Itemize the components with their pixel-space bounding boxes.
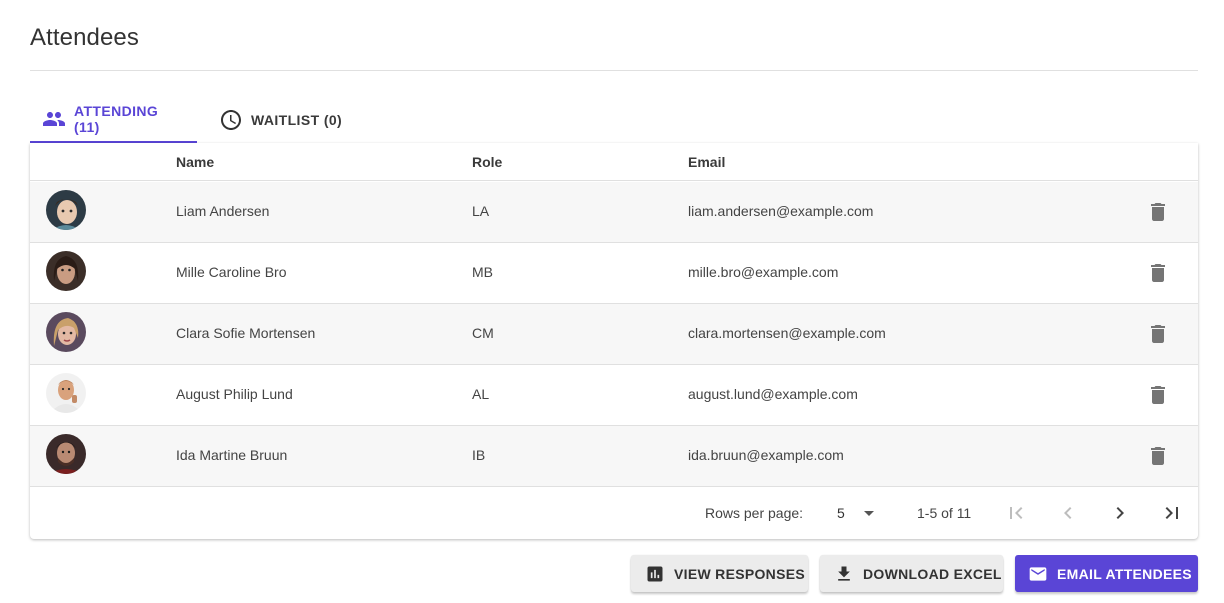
table-row[interactable]: Ida Martine Bruun IB ida.bruun@example.c… [30,426,1198,487]
clock-icon [219,108,243,132]
attendee-name: Clara Sofie Mortensen [176,325,316,341]
table-row[interactable]: Mille Caroline Bro MB mille.bro@example.… [30,243,1198,304]
download-excel-button[interactable]: DOWNLOAD EXCEL [820,555,1003,592]
attendee-name: Liam Andersen [176,203,270,219]
people-icon [42,107,66,131]
view-responses-label: VIEW RESPONSES [674,565,806,582]
email-attendees-label: EMAIL ATTENDEES [1057,565,1192,582]
caret-down-icon [864,511,874,516]
view-responses-button[interactable]: VIEW RESPONSES [631,555,808,592]
last-page-icon[interactable] [1160,501,1184,525]
tab-bar: ATTENDING (11) WAITLIST (0) [30,96,354,143]
table-header: Name Role Email [30,143,1198,181]
tab-attending[interactable]: ATTENDING (11) [30,96,197,143]
next-page-icon[interactable] [1108,501,1132,525]
tab-waitlist-label: WAITLIST (0) [251,111,343,128]
attendee-email: august.lund@example.com [688,386,858,402]
page-title: Attendees [30,24,139,51]
column-header-role[interactable]: Role [472,154,502,170]
download-excel-label: DOWNLOAD EXCEL [863,565,1002,582]
tab-waitlist[interactable]: WAITLIST (0) [207,96,354,143]
delete-icon[interactable] [1146,322,1170,346]
mail-icon [1028,564,1048,584]
delete-icon[interactable] [1146,383,1170,407]
attendees-table: Name Role Email Liam Andersen LA liam.an… [30,143,1198,539]
attendee-email: clara.mortensen@example.com [688,325,886,341]
previous-page-icon[interactable] [1056,501,1080,525]
table-row[interactable]: Clara Sofie Mortensen CM clara.mortensen… [30,304,1198,365]
table-pagination: Rows per page: 5 1-5 of 11 [30,487,1198,539]
attendee-role: LA [472,203,490,219]
attendee-name: Ida Martine Bruun [176,447,288,463]
delete-icon[interactable] [1146,200,1170,224]
rows-per-page-value: 5 [837,505,845,521]
attendee-name: Mille Caroline Bro [176,264,287,280]
bar-chart-icon [645,564,665,584]
first-page-icon[interactable] [1004,501,1028,525]
table-row[interactable]: August Philip Lund AL august.lund@exampl… [30,365,1198,426]
attendee-email: mille.bro@example.com [688,264,839,280]
attendee-role: AL [472,386,490,402]
email-attendees-button[interactable]: EMAIL ATTENDEES [1015,555,1198,592]
avatar [46,434,86,474]
attendee-name: August Philip Lund [176,386,293,402]
avatar [46,251,86,291]
tab-attending-label: ATTENDING (11) [74,102,159,135]
table-row[interactable]: Liam Andersen LA liam.andersen@example.c… [30,182,1198,243]
avatar [46,312,86,352]
title-divider [30,70,1198,71]
download-icon [834,564,854,584]
avatar [46,373,86,413]
attendee-role: MB [472,264,493,280]
rows-per-page-select[interactable]: 5 [830,499,882,527]
column-header-email[interactable]: Email [688,154,725,170]
attendee-role: CM [472,325,494,341]
attendee-email: liam.andersen@example.com [688,203,874,219]
column-header-name[interactable]: Name [176,154,214,170]
delete-icon[interactable] [1146,444,1170,468]
attendee-email: ida.bruun@example.com [688,447,844,463]
rows-per-page-label: Rows per page: [705,505,804,521]
delete-icon[interactable] [1146,261,1170,285]
attendee-role: IB [472,447,486,463]
pagination-range: 1-5 of 11 [917,505,972,521]
avatar [46,190,86,230]
